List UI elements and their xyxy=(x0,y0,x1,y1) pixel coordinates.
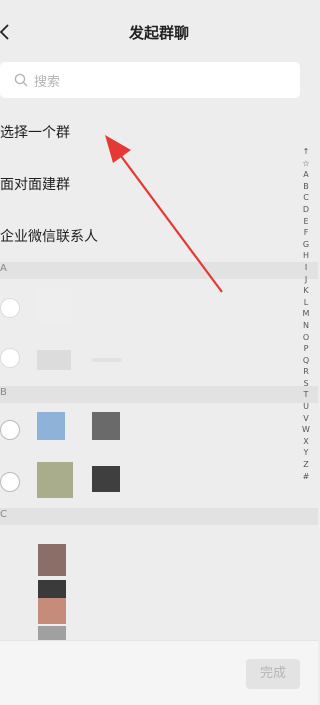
annotation-arrow xyxy=(105,135,223,293)
